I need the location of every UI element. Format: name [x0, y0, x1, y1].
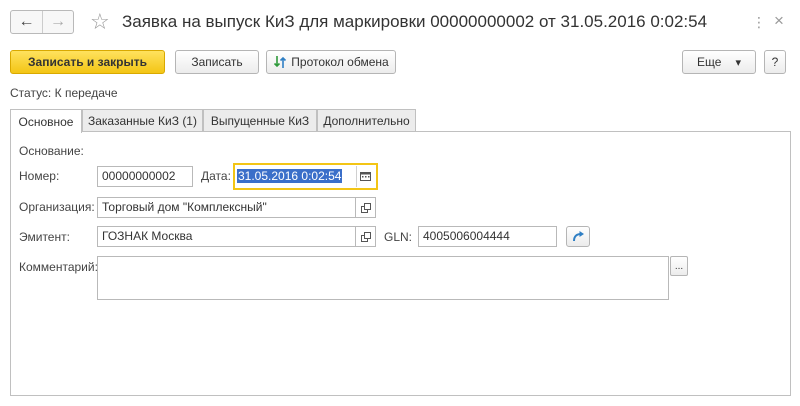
- back-button[interactable]: ←: [11, 11, 42, 33]
- title-bar: ← → ☆ Заявка на выпуск КиЗ для маркировк…: [0, 0, 800, 44]
- comment-edit-button[interactable]: ...: [670, 256, 688, 276]
- date-value: 31.05.2016 0:02:54: [237, 169, 343, 183]
- calendar-button[interactable]: [356, 166, 374, 187]
- issuer-label: Эмитент:: [19, 230, 70, 244]
- open-window-icon: [360, 202, 371, 213]
- status-line: Статус: К передаче: [10, 86, 118, 100]
- status-value: К передаче: [54, 86, 118, 100]
- gln-field[interactable]: 4005006004444: [418, 226, 557, 247]
- tab-issued-kiz[interactable]: Выпущенные КиЗ: [203, 109, 317, 132]
- comment-field[interactable]: [97, 256, 669, 300]
- tab-main[interactable]: Основное: [10, 109, 82, 133]
- exchange-log-button[interactable]: Протокол обмена: [266, 50, 396, 74]
- more-options-icon[interactable]: ⋮: [752, 13, 766, 31]
- number-label: Номер:: [19, 169, 60, 183]
- save-and-close-button[interactable]: Записать и закрыть: [10, 50, 165, 74]
- open-window-icon: [360, 231, 371, 242]
- date-field-wrapper: 31.05.2016 0:02:54: [233, 163, 378, 190]
- navigation-buttons: ← →: [10, 10, 74, 34]
- date-label: Дата:: [201, 169, 231, 183]
- date-field[interactable]: 31.05.2016 0:02:54: [237, 166, 356, 187]
- forward-arrow-icon: →: [49, 13, 66, 30]
- tab-ordered-kiz[interactable]: Заказанные КиЗ (1): [82, 109, 203, 132]
- organization-field[interactable]: Торговый дом "Комплексный": [97, 197, 356, 218]
- back-arrow-icon: ←: [18, 13, 35, 30]
- close-icon[interactable]: ×: [774, 12, 784, 30]
- organization-open-button[interactable]: [356, 197, 376, 218]
- more-button[interactable]: Еще ▾: [682, 50, 756, 74]
- status-label: Статус:: [10, 86, 52, 100]
- forward-button[interactable]: →: [41, 11, 73, 33]
- comment-label: Комментарий:: [19, 260, 98, 274]
- window-title: Заявка на выпуск КиЗ для маркировки 0000…: [122, 12, 708, 31]
- basis-label: Основание:: [19, 144, 84, 158]
- tab-additional[interactable]: Дополнительно: [317, 109, 416, 132]
- dropdown-arrow-icon: ▾: [735, 56, 741, 69]
- calendar-icon: [360, 172, 371, 181]
- save-button[interactable]: Записать: [175, 50, 259, 74]
- organization-label: Организация:: [19, 200, 95, 214]
- number-field[interactable]: 00000000002: [97, 166, 193, 187]
- favorite-star-icon[interactable]: ☆: [90, 8, 110, 36]
- gln-label: GLN:: [384, 230, 413, 244]
- exchange-arrows-icon: [274, 56, 287, 68]
- issuer-open-button[interactable]: [356, 226, 376, 247]
- exchange-log-label: Протокол обмена: [291, 55, 389, 69]
- redo-arrow-icon: [572, 230, 584, 241]
- help-button[interactable]: ?: [764, 50, 786, 74]
- refresh-gln-button[interactable]: [566, 226, 590, 247]
- more-label: Еще: [697, 55, 722, 69]
- issuer-field[interactable]: ГОЗНАК Москва: [97, 226, 356, 247]
